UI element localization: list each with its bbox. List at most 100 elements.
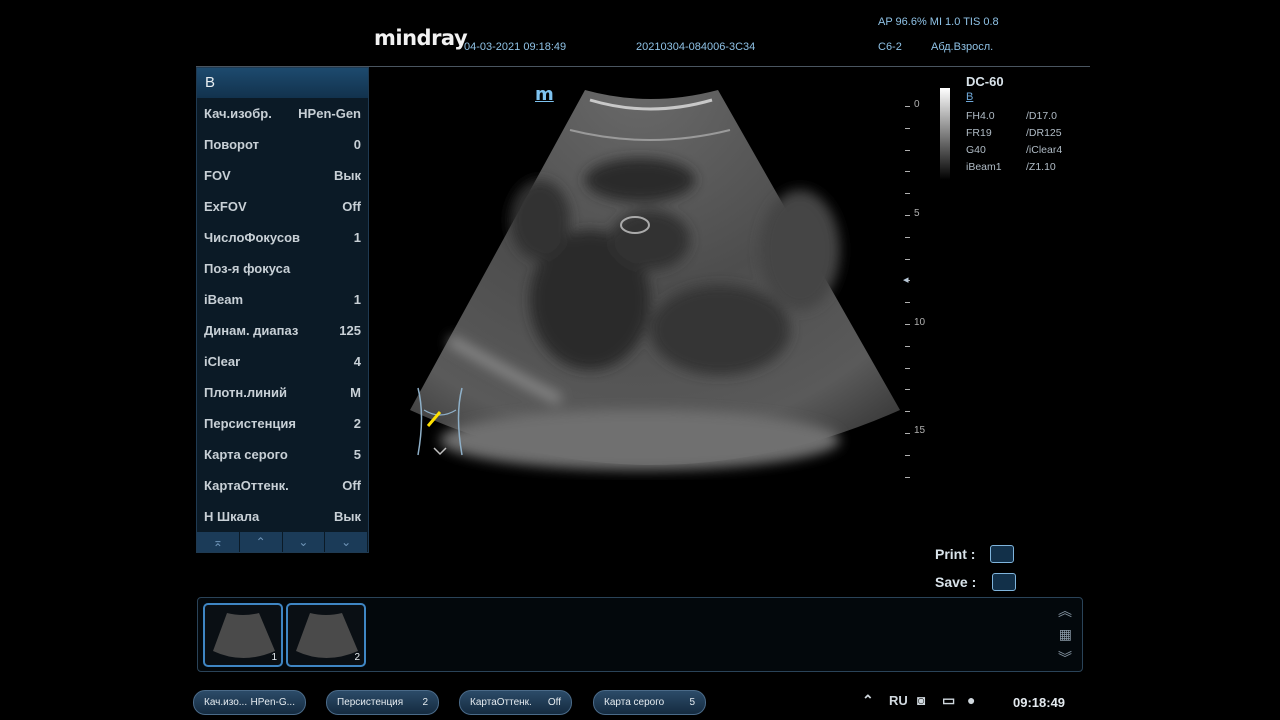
quick-menu-label: КартаОттенк. xyxy=(470,697,532,708)
print-icon[interactable] xyxy=(990,545,1014,563)
quick-menu-value: 5 xyxy=(689,697,695,708)
parameter-row[interactable]: ЧислоФокусов 1 xyxy=(197,222,368,253)
thumbnail-image xyxy=(296,613,358,658)
parameter-label: КартаОттенк. xyxy=(204,478,289,493)
parameter-value: Off xyxy=(342,199,361,214)
depth-tick xyxy=(905,433,910,434)
parameter-label: Поворот xyxy=(204,137,259,152)
parameter-value: M xyxy=(350,385,361,400)
depth-tick xyxy=(905,389,910,391)
thumbnail-number: 2 xyxy=(354,652,360,663)
parameter-label: iBeam xyxy=(204,292,244,307)
parameter-label: Кач.изобр. xyxy=(204,106,272,121)
parameter-value: Вык xyxy=(334,168,361,183)
parameter-value: 1 xyxy=(353,292,361,307)
parameter-row[interactable]: Кач.изобр. HPen-Gen xyxy=(197,98,368,129)
parameter-row[interactable]: Плотн.линий M xyxy=(197,377,368,408)
probe-name: DC-60 xyxy=(966,74,1004,89)
parameter-label: Динам. диапаз xyxy=(204,323,299,338)
probe-label: C6-2 xyxy=(878,41,902,53)
param-value: iBeam1 xyxy=(966,160,1002,173)
parameter-row[interactable]: Динам. диапаз 125 xyxy=(197,315,368,346)
param-value: G40 xyxy=(966,143,986,156)
quick-menu-label: Кач.изо... xyxy=(204,697,248,708)
clipboard-bar: 1 2 ︽ ▦ ︾ xyxy=(197,597,1083,672)
thumbnail-image xyxy=(213,613,275,658)
parameter-row[interactable]: Поз-я фокуса xyxy=(197,253,368,284)
brand-logo: mindray xyxy=(374,26,468,50)
next-page-icon[interactable]: ⌄ xyxy=(283,532,326,552)
imaging-mode: B xyxy=(966,91,974,103)
print-label: Print : xyxy=(935,546,976,562)
first-page-icon[interactable]: ⌅ xyxy=(197,532,240,552)
parameter-row[interactable]: Поворот 0 xyxy=(197,129,368,160)
focus-marker-icon[interactable]: ◂ xyxy=(903,273,909,286)
quick-menu-value: HPen-G... xyxy=(250,697,295,708)
parameter-label: Плотн.линий xyxy=(204,385,287,400)
parameter-row[interactable]: FOV Вык xyxy=(197,160,368,191)
parameter-label: ЧислоФокусов xyxy=(204,230,300,245)
depth-tick xyxy=(905,324,910,325)
parameter-value: 125 xyxy=(339,323,361,338)
quick-menu-label: Карта серого xyxy=(604,697,665,708)
quick-menu-value: 2 xyxy=(422,697,428,708)
depth-tick xyxy=(905,236,910,238)
language-indicator[interactable]: RU xyxy=(889,693,908,708)
parameter-label: ExFOV xyxy=(204,199,247,214)
quick-menu-item[interactable]: Персистенция 2 xyxy=(326,690,439,715)
depth-tick xyxy=(905,367,910,369)
save-label: Save : xyxy=(935,574,977,590)
up-arrow-icon[interactable]: ⌃ xyxy=(862,692,874,709)
exam-type: Абд.Взросл. xyxy=(931,41,994,53)
parameter-value: 0 xyxy=(353,137,361,152)
parameter-value: HPen-Gen xyxy=(298,106,361,121)
depth-tick xyxy=(905,106,910,107)
depth-label: 5 xyxy=(914,208,920,219)
prev-page-icon[interactable]: ⌃ xyxy=(240,532,283,552)
param-value: FR19 xyxy=(966,126,992,139)
depth-tick xyxy=(905,345,910,347)
quick-menu-value: Off xyxy=(547,697,561,708)
param-value: /iClear4 xyxy=(1026,143,1063,156)
parameter-row[interactable]: iBeam 1 xyxy=(197,284,368,315)
parameter-row[interactable]: ExFOV Off xyxy=(197,191,368,222)
status-light-icon: ● xyxy=(967,692,976,708)
parameter-value: 2 xyxy=(353,416,361,431)
parameter-label: H Шкала xyxy=(204,509,260,524)
quick-menu-label: Персистенция xyxy=(337,697,404,708)
parameter-row[interactable]: КартаОттенк. Off xyxy=(197,470,368,501)
depth-label: 10 xyxy=(914,317,926,328)
parameter-value: 5 xyxy=(353,447,361,462)
parameter-row[interactable]: H Шкала Вык xyxy=(197,501,368,532)
param-value: /DR125 xyxy=(1026,126,1062,139)
thumbnail[interactable]: 2 xyxy=(286,603,366,667)
scroll-up-icon[interactable]: ︽ xyxy=(1058,601,1072,621)
depth-tick xyxy=(905,149,910,151)
exam-datetime: 04-03-2021 09:18:49 xyxy=(464,41,567,53)
thumbnail[interactable]: 1 xyxy=(203,603,283,667)
depth-tick xyxy=(905,127,910,129)
last-page-icon[interactable]: ⌄ xyxy=(325,532,368,552)
parameter-row[interactable]: Персистенция 2 xyxy=(197,408,368,439)
panel-pager: ⌅ ⌃ ⌄ ⌄ xyxy=(197,532,368,552)
parameter-value: Вык xyxy=(334,509,361,524)
quick-menu-item[interactable]: Кач.изо... HPen-G... xyxy=(193,690,306,715)
ultrasound-image[interactable] xyxy=(380,80,910,480)
save-icon[interactable] xyxy=(992,573,1016,591)
acoustic-output: AP 96.6% MI 1.0 TIS 0.8 xyxy=(878,16,999,28)
depth-tick xyxy=(905,454,910,456)
clipboard-menu-icon[interactable]: ▦ xyxy=(1059,626,1072,643)
parameter-row[interactable]: iClear 4 xyxy=(197,346,368,377)
depth-tick xyxy=(905,302,910,304)
quick-menu-item[interactable]: КартаОттенк. Off xyxy=(459,690,572,715)
depth-tick xyxy=(905,171,910,173)
scroll-down-icon[interactable]: ︾ xyxy=(1058,648,1072,668)
parameter-row[interactable]: Карта серого 5 xyxy=(197,439,368,470)
parameter-value: 4 xyxy=(353,354,361,369)
depth-tick xyxy=(905,193,910,195)
thumbnail-number: 1 xyxy=(271,652,277,663)
image-parameters: DC-60 B FH4.0/D17.0 FR19/DR125 G40/iClea… xyxy=(966,74,1062,175)
parameter-label: Поз-я фокуса xyxy=(204,261,291,276)
param-value: /D17.0 xyxy=(1026,109,1057,122)
quick-menu-item[interactable]: Карта серого 5 xyxy=(593,690,706,715)
